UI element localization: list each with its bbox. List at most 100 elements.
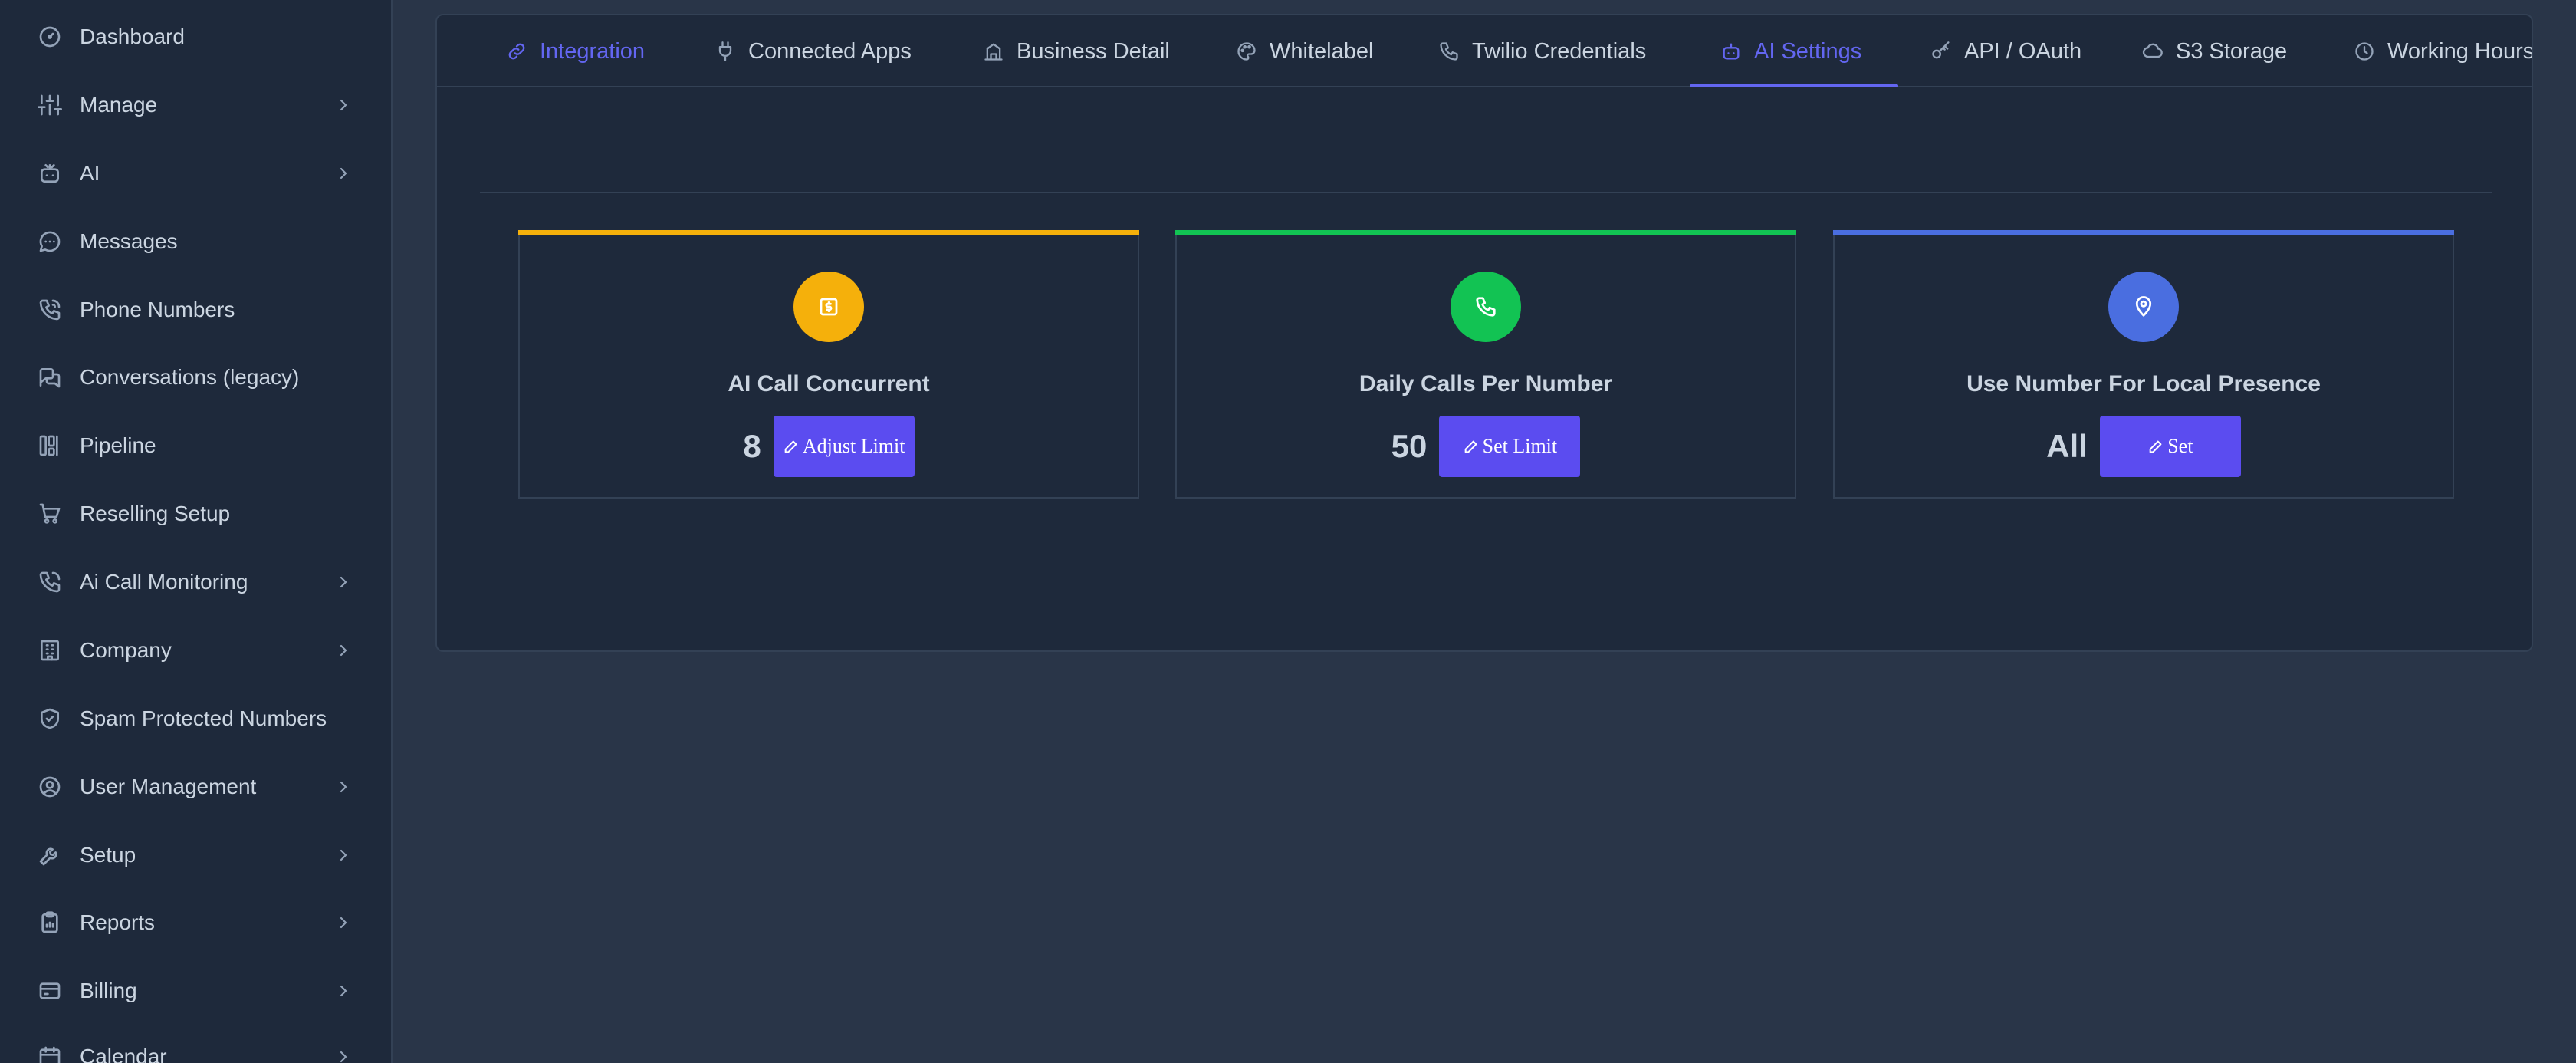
sidebar-item-label: Phone Numbers bbox=[80, 298, 235, 321]
tab-label: S3 Storage bbox=[2176, 38, 2288, 64]
sidebar-item-label: Ai Call Monitoring bbox=[80, 570, 248, 594]
sidebar-item-calendar[interactable]: Calendar bbox=[0, 1026, 391, 1063]
cart-icon bbox=[37, 501, 63, 527]
chevron-right-icon bbox=[334, 96, 353, 114]
chevron-right-icon bbox=[334, 641, 353, 660]
stat-card-ai-call-concurrent: AI Call Concurrent 8 Adjust Limit bbox=[518, 230, 1139, 499]
tab-integration[interactable]: Integration bbox=[506, 15, 645, 87]
shield-check-icon bbox=[37, 706, 63, 732]
sidebar-item-setup[interactable]: Setup bbox=[0, 824, 391, 886]
tab-api-oauth[interactable]: API / OAuth bbox=[1930, 15, 2082, 87]
set-button[interactable]: Set bbox=[2099, 416, 2241, 477]
button-label: Adjust Limit bbox=[802, 435, 905, 457]
sidebar-item-billing[interactable]: Billing bbox=[0, 960, 391, 1022]
button-label: Set bbox=[2167, 435, 2193, 457]
building-icon bbox=[984, 43, 1003, 61]
sidebar-item-company[interactable]: Company bbox=[0, 620, 391, 681]
stat-value: All bbox=[2046, 428, 2088, 464]
robot-icon bbox=[37, 160, 63, 186]
sidebar-item-label: Pipeline bbox=[80, 433, 156, 457]
sidebar-item-phone-numbers[interactable]: Phone Numbers bbox=[0, 279, 391, 341]
set-limit-button[interactable]: Set Limit bbox=[1439, 416, 1581, 477]
phone-icon bbox=[1451, 272, 1521, 342]
phone-call-icon bbox=[37, 569, 63, 595]
pencil-icon bbox=[1464, 440, 1477, 453]
sidebar-item-reports[interactable]: Reports bbox=[0, 892, 391, 953]
stat-value: 8 bbox=[743, 428, 761, 464]
plug-icon bbox=[718, 41, 732, 61]
sliders-icon bbox=[37, 92, 63, 118]
tab-label: AI Settings bbox=[1754, 38, 1862, 64]
chevron-right-icon bbox=[334, 913, 353, 932]
settings-panel: Integration Connected Apps Business Deta… bbox=[435, 14, 2533, 652]
adjust-limit-button[interactable]: Adjust Limit bbox=[773, 416, 915, 477]
chevron-right-icon bbox=[334, 164, 353, 183]
chat-icon bbox=[37, 229, 63, 255]
tab-connected-apps[interactable]: Connected Apps bbox=[715, 15, 912, 87]
palette-icon bbox=[1237, 42, 1256, 61]
stat-value: 50 bbox=[1391, 428, 1428, 464]
tab-s3-storage[interactable]: S3 Storage bbox=[2142, 15, 2287, 87]
stat-title: AI Call Concurrent bbox=[728, 371, 930, 397]
pencil-icon bbox=[784, 440, 797, 453]
active-tab-indicator bbox=[1690, 84, 1898, 87]
sidebar-item-label: Company bbox=[80, 638, 172, 662]
sidebar-item-manage[interactable]: Manage bbox=[0, 74, 391, 136]
key-icon bbox=[1932, 41, 1950, 59]
pipeline-icon bbox=[37, 433, 63, 459]
user-circle-icon bbox=[37, 774, 63, 800]
tab-business-detail[interactable]: Business Detail bbox=[983, 15, 1170, 87]
pencil-icon bbox=[2149, 440, 2162, 453]
stat-row: 50 Set Limit bbox=[1177, 416, 1795, 477]
sidebar-item-label: Calendar bbox=[80, 1045, 167, 1063]
sidebar-item-pipeline[interactable]: Pipeline bbox=[0, 415, 391, 476]
clipboard-icon bbox=[37, 910, 63, 936]
section-divider bbox=[480, 192, 2492, 193]
tab-twilio-credentials[interactable]: Twilio Credentials bbox=[1438, 15, 1646, 87]
sidebar-item-reselling-setup[interactable]: Reselling Setup bbox=[0, 483, 391, 545]
sidebar-item-spam-protected-numbers[interactable]: Spam Protected Numbers bbox=[0, 688, 391, 749]
robot-icon bbox=[1723, 43, 1740, 60]
dollar-square-icon bbox=[794, 272, 864, 342]
chevron-right-icon bbox=[334, 778, 353, 796]
sidebar-item-label: User Management bbox=[80, 775, 257, 798]
conversations-icon bbox=[37, 364, 63, 390]
chevron-right-icon bbox=[334, 1048, 353, 1063]
sidebar-item-label: Dashboard bbox=[80, 25, 185, 48]
card-accent-bar bbox=[518, 230, 1139, 235]
building-icon bbox=[37, 637, 63, 663]
stat-card-local-presence: Use Number For Local Presence All Set bbox=[1833, 230, 2454, 499]
settings-tabs: Integration Connected Apps Business Deta… bbox=[437, 15, 2533, 87]
sidebar-item-messages[interactable]: Messages bbox=[0, 211, 391, 272]
tab-label: Integration bbox=[540, 38, 646, 64]
sidebar-item-dashboard[interactable]: Dashboard bbox=[0, 6, 391, 67]
tab-working-hours[interactable]: Working Hours bbox=[2354, 15, 2533, 87]
map-pin-icon bbox=[2108, 272, 2179, 342]
tab-label: API / OAuth bbox=[1964, 38, 2082, 64]
cloud-icon bbox=[2142, 43, 2163, 58]
phone-icon bbox=[1440, 42, 1458, 61]
chevron-right-icon bbox=[334, 982, 353, 1000]
sidebar-item-label: Billing bbox=[80, 979, 137, 1002]
sidebar-item-ai[interactable]: AI bbox=[0, 143, 391, 204]
tab-whitelabel[interactable]: Whitelabel bbox=[1236, 15, 1373, 87]
sidebar-item-label: Messages bbox=[80, 229, 178, 253]
card-accent-bar bbox=[1175, 230, 1796, 235]
sidebar-item-label: Reports bbox=[80, 910, 156, 934]
chevron-right-icon bbox=[334, 573, 353, 591]
tab-label: Business Detail bbox=[1017, 38, 1170, 64]
tab-label: Working Hours bbox=[2387, 38, 2533, 64]
sidebar-item-ai-call-monitoring[interactable]: Ai Call Monitoring bbox=[0, 551, 391, 613]
sidebar-item-label: Reselling Setup bbox=[80, 502, 231, 525]
wrench-icon bbox=[37, 842, 63, 868]
stat-card-daily-calls-per-number: Daily Calls Per Number 50 Set Limit bbox=[1175, 230, 1796, 499]
card-accent-bar bbox=[1833, 230, 2454, 235]
stat-title: Use Number For Local Presence bbox=[1967, 371, 2321, 397]
tab-label: Connected Apps bbox=[748, 38, 912, 64]
sidebar-item-conversations-legacy[interactable]: Conversations (legacy) bbox=[0, 347, 391, 408]
sidebar-item-label: Setup bbox=[80, 843, 136, 867]
stat-row: 8 Adjust Limit bbox=[520, 416, 1138, 477]
sidebar-item-user-management[interactable]: User Management bbox=[0, 756, 391, 818]
sidebar-item-label: Manage bbox=[80, 93, 158, 117]
tab-ai-settings[interactable]: AI Settings bbox=[1720, 15, 1861, 87]
